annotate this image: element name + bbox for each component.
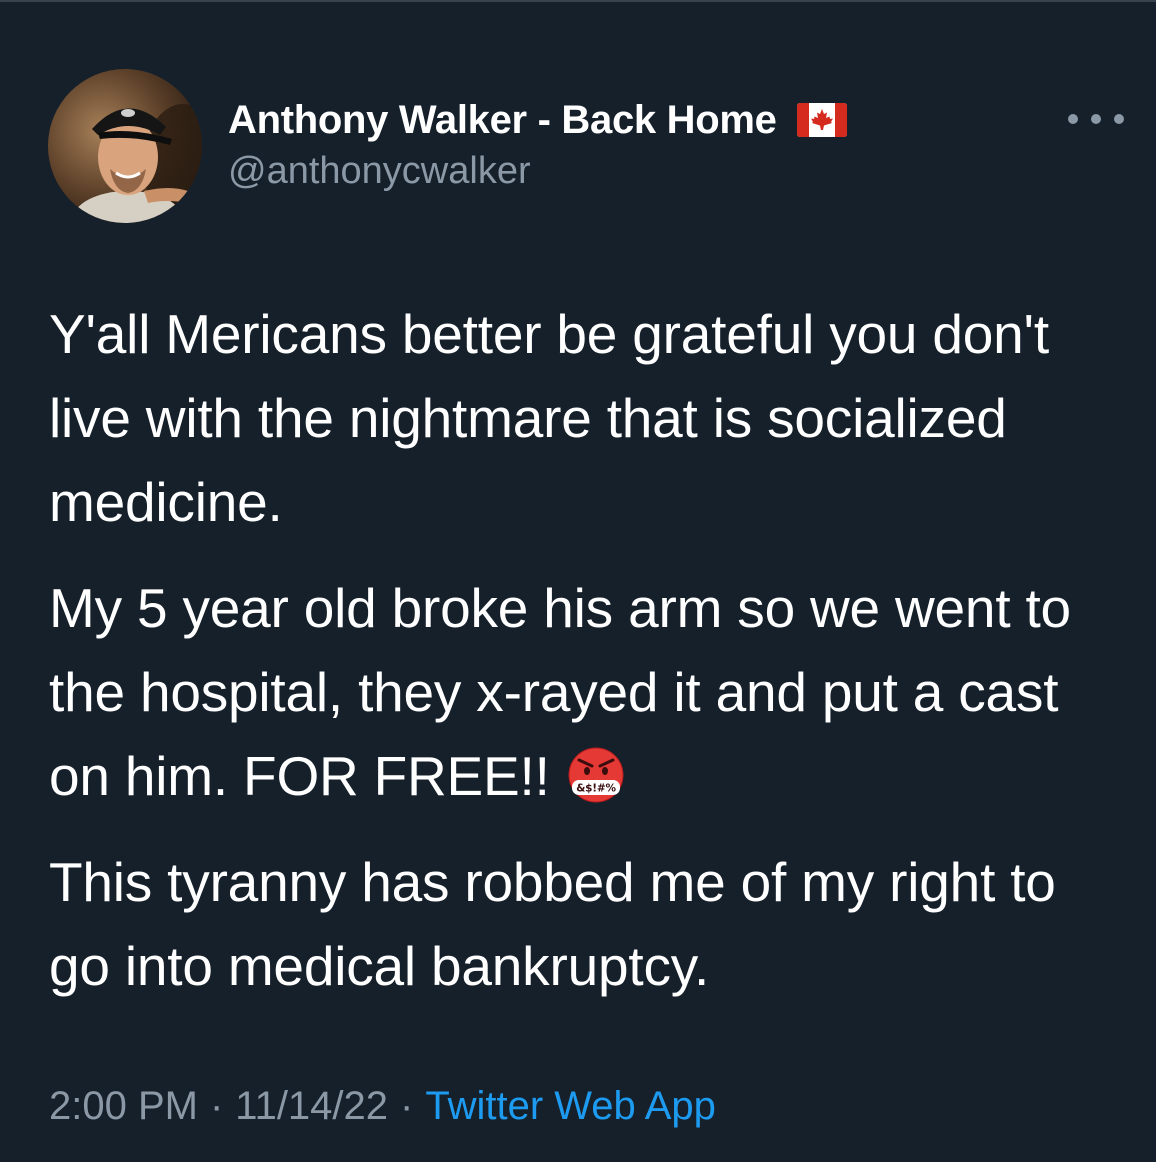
tweet-metadata: 2:00 PM · 11/14/22 · Twitter Web App (49, 1084, 716, 1129)
more-options-button[interactable] (1068, 104, 1124, 134)
face-with-symbols-on-mouth-icon: &$!#% (568, 747, 624, 803)
tweet-source-link[interactable]: Twitter Web App (425, 1084, 716, 1128)
more-options-icon-dot (1114, 114, 1124, 124)
avatar-photo (48, 69, 202, 223)
tweet-text: Y'all Mericans better be grateful you do… (49, 292, 1119, 1008)
separator-dot: · (400, 1084, 414, 1128)
more-options-icon-dot (1091, 114, 1101, 124)
tweet-paragraph-1: Y'all Mericans better be grateful you do… (49, 303, 1049, 533)
tweet-author: Anthony Walker - Back Home @anthonycwalk… (228, 96, 847, 193)
tweet-paragraph-3: This tyranny has robbed me of my right t… (49, 851, 1056, 997)
display-name[interactable]: Anthony Walker - Back Home (228, 98, 777, 143)
separator-dot: · (209, 1084, 224, 1128)
tweet-date[interactable]: 11/14/22 (235, 1084, 388, 1128)
more-options-icon (1068, 114, 1078, 124)
handle[interactable]: @anthonycwalker (228, 150, 847, 193)
canada-flag-icon (796, 103, 847, 137)
avatar[interactable] (48, 69, 202, 223)
tweet-time[interactable]: 2:00 PM (49, 1084, 198, 1128)
top-divider (0, 0, 1156, 2)
emoji-symbols: &$!#% (576, 783, 616, 795)
tweet-paragraph-2-text: My 5 year old broke his arm so we went t… (49, 577, 1071, 807)
display-name-row: Anthony Walker - Back Home (228, 96, 847, 144)
tweet-paragraph-2: My 5 year old broke his arm so we went t… (49, 566, 1119, 818)
